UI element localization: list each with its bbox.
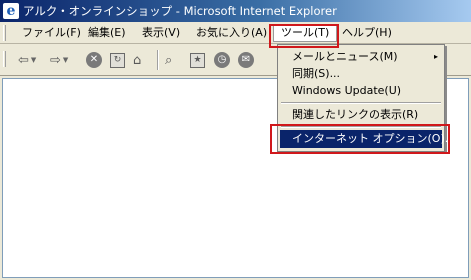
history-button[interactable]: ◷: [214, 49, 230, 71]
search-button[interactable]: ⌕: [165, 49, 172, 71]
home-button[interactable]: ⌂: [133, 49, 141, 71]
refresh-icon: ↻: [110, 52, 125, 68]
mail-icon: ✉: [238, 52, 254, 68]
back-button[interactable]: ⇦ ▼: [18, 49, 36, 71]
window-title: アルク・オンラインショップ - Microsoft Internet Explo…: [23, 4, 337, 18]
menu-separator: [281, 102, 441, 104]
favorites-button[interactable]: ★: [190, 49, 205, 71]
menu-help[interactable]: ヘルプ(H): [342, 24, 392, 42]
chevron-down-icon: ▼: [62, 56, 69, 64]
menu-tools[interactable]: ツール(T): [273, 24, 337, 42]
history-icon: ◷: [214, 52, 230, 68]
forward-arrow-icon: ⇨: [50, 52, 61, 68]
menu-separator: [281, 126, 441, 128]
menu-file[interactable]: ファイル(F): [22, 24, 81, 42]
toolbar-grip[interactable]: [3, 51, 6, 67]
back-arrow-icon: ⇦: [18, 52, 29, 68]
tools-menu-dropdown: メールとニュース(M) ▸ 同期(S)... Windows Update(U)…: [277, 44, 455, 152]
search-icon: ⌕: [165, 52, 173, 68]
tools-menu-item-internet-options[interactable]: インターネット オプション(O)...: [280, 130, 455, 148]
menu-view[interactable]: 表示(V): [142, 24, 180, 42]
menu-bar: ファイル(F) 編集(E) 表示(V) お気に入り(A) ツール(T) ヘルプ(…: [0, 22, 471, 44]
toolbar-separator: [157, 50, 159, 70]
mail-button[interactable]: ✉: [238, 49, 254, 71]
title-bar: e アルク・オンラインショップ - Microsoft Internet Exp…: [0, 0, 471, 22]
tools-menu-item-show-related-links[interactable]: 関連したリンクの表示(R): [280, 106, 442, 123]
menubar-grip[interactable]: [3, 25, 6, 41]
refresh-button[interactable]: ↻: [110, 49, 125, 71]
menu-favorites[interactable]: お気に入り(A): [196, 24, 267, 42]
chevron-down-icon: ▼: [30, 56, 37, 64]
favorites-icon: ★: [190, 52, 205, 68]
stop-button[interactable]: ✕: [86, 49, 102, 71]
stop-icon: ✕: [86, 52, 102, 68]
forward-button[interactable]: ⇨ ▼: [50, 49, 68, 71]
submenu-arrow-icon: ▸: [433, 52, 438, 61]
tools-menu-item-windows-update[interactable]: Windows Update(U): [280, 82, 442, 99]
menu-edit[interactable]: 編集(E): [88, 24, 126, 42]
menu-item-label: メールとニュース(M): [292, 50, 398, 63]
home-icon: ⌂: [133, 52, 142, 68]
ie-logo-icon: e: [3, 3, 19, 19]
tools-menu-item-synchronize[interactable]: 同期(S)...: [280, 65, 442, 82]
tools-menu-item-mail-news[interactable]: メールとニュース(M) ▸: [280, 48, 442, 65]
